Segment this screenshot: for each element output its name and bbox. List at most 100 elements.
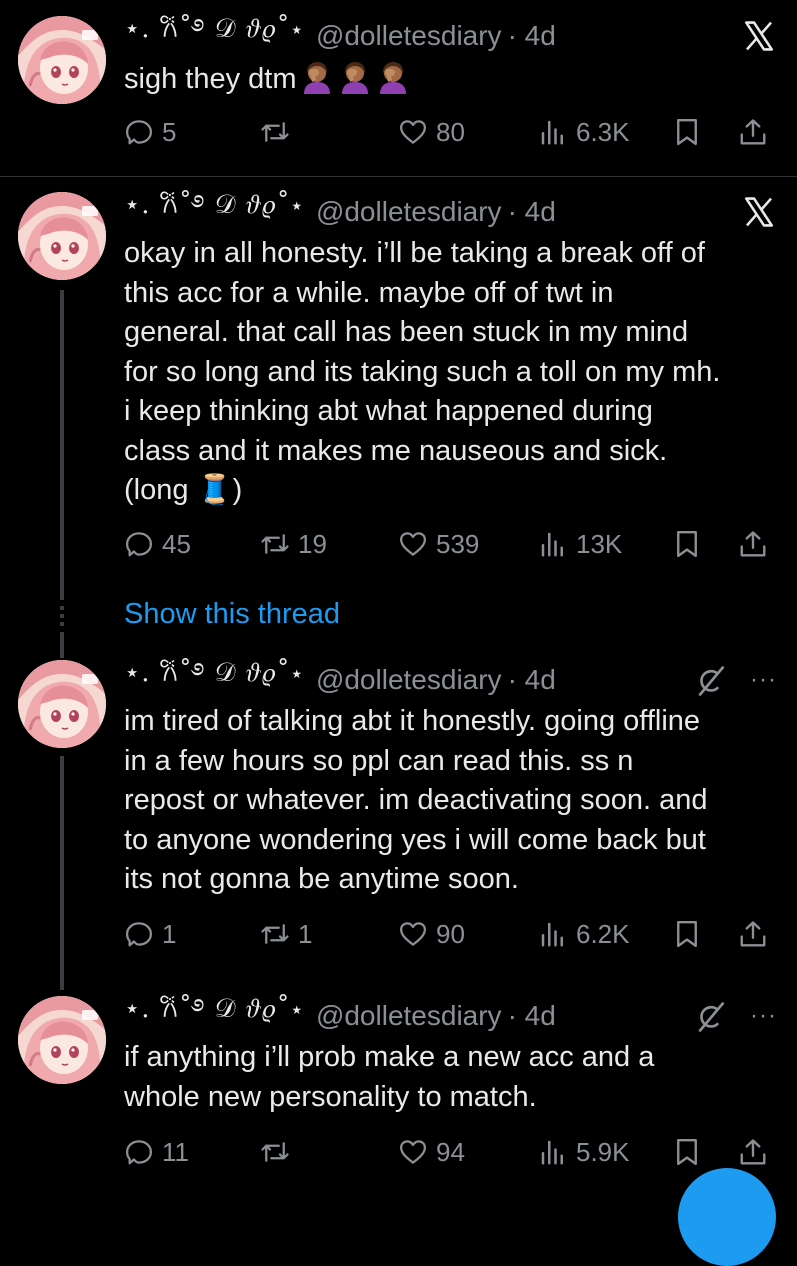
- avatar[interactable]: [18, 660, 106, 748]
- views-button[interactable]: 5.9K: [538, 1132, 630, 1172]
- divider: [0, 176, 797, 177]
- heart-icon: [398, 919, 428, 949]
- handle[interactable]: @dolletesdiary: [316, 664, 502, 696]
- timestamp[interactable]: · 4d: [508, 196, 556, 228]
- like-button[interactable]: 80: [398, 112, 465, 152]
- thread-line: [60, 632, 64, 658]
- compose-button[interactable]: [678, 1168, 776, 1266]
- view-count: 6.3K: [576, 116, 630, 147]
- views-button[interactable]: 6.2K: [538, 914, 630, 954]
- handle[interactable]: @dolletesdiary: [316, 20, 502, 52]
- like-count: 94: [436, 1136, 465, 1167]
- share-button[interactable]: [738, 914, 776, 954]
- share-button[interactable]: [738, 112, 776, 152]
- tweet-header: ⋆. 𐙚˚࿔ 𝒟 𝜗𝜚˚⋆ @dolletesdiary · 4d: [124, 658, 556, 700]
- tweet-header: ⋆. 𐙚˚࿔ 𝒟 𝜗𝜚˚⋆ @dolletesdiary · 4d: [124, 190, 556, 232]
- like-count: 80: [436, 116, 465, 147]
- facepalm-emoji-icon: [338, 60, 372, 94]
- thread-line-dot: [60, 606, 64, 610]
- share-icon: [738, 529, 768, 559]
- bookmark-button[interactable]: [672, 112, 710, 152]
- views-button[interactable]: 6.3K: [538, 112, 630, 152]
- tweet-header: ⋆. 𐙚˚࿔ 𝒟 𝜗𝜚˚⋆ @dolletesdiary · 4d: [124, 994, 556, 1036]
- avatar[interactable]: [18, 996, 106, 1084]
- share-icon: [738, 1137, 768, 1167]
- views-icon: [538, 529, 568, 559]
- avatar[interactable]: [18, 192, 106, 280]
- reply-count: 1: [162, 918, 177, 949]
- like-button[interactable]: 90: [398, 914, 465, 954]
- reply-button[interactable]: 5: [124, 112, 176, 152]
- retweet-button[interactable]: 1: [260, 914, 312, 954]
- tweet-text: sigh they dtm: [124, 60, 774, 100]
- avatar[interactable]: [18, 16, 106, 104]
- show-thread-link[interactable]: Show this thread: [124, 598, 340, 631]
- bookmark-icon: [672, 919, 702, 949]
- timestamp[interactable]: · 4d: [508, 20, 556, 52]
- retweet-button[interactable]: [260, 112, 298, 152]
- bookmark-button[interactable]: [672, 1132, 710, 1172]
- x-logo-icon: [741, 194, 777, 230]
- like-button[interactable]: 94: [398, 1132, 465, 1172]
- bookmark-button[interactable]: [672, 524, 710, 564]
- retweet-button[interactable]: 19: [260, 524, 327, 564]
- bookmark-button[interactable]: [672, 914, 710, 954]
- facepalm-emoji-icon: [300, 60, 334, 94]
- reply-button[interactable]: 1: [124, 914, 176, 954]
- retweet-button[interactable]: [260, 1132, 298, 1172]
- views-icon: [538, 117, 568, 147]
- share-button[interactable]: [738, 1132, 776, 1172]
- facepalm-emoji-icon: [376, 60, 410, 94]
- reply-icon: [124, 117, 154, 147]
- x-logo-icon: [741, 18, 777, 54]
- share-icon: [738, 919, 768, 949]
- more-options-button[interactable]: ···: [750, 1002, 777, 1030]
- retweet-icon: [260, 1137, 290, 1167]
- handle[interactable]: @dolletesdiary: [316, 1000, 502, 1032]
- heart-icon: [398, 1137, 428, 1167]
- thread-line: [60, 290, 64, 600]
- reply-button[interactable]: 45: [124, 524, 191, 564]
- reply-icon: [124, 529, 154, 559]
- view-count: 13K: [576, 528, 623, 559]
- views-icon: [538, 1137, 568, 1167]
- action-bar: 45 19 539 13K: [124, 524, 774, 564]
- views-button[interactable]: 13K: [538, 524, 622, 564]
- reply-icon: [124, 919, 154, 949]
- tweet-text: im tired of talking abt it honestly. goi…: [124, 705, 708, 895]
- action-bar: 5 80 6.3K: [124, 112, 774, 152]
- retweet-icon: [260, 117, 290, 147]
- grok-icon[interactable]: [693, 1000, 727, 1034]
- reply-count: 11: [162, 1136, 189, 1167]
- thread-line-dot: [60, 614, 64, 618]
- tweet-header: ⋆. 𐙚˚࿔ 𝒟 𝜗𝜚˚⋆ @dolletesdiary · 4d: [124, 14, 556, 56]
- reply-count: 45: [162, 528, 191, 559]
- like-count: 539: [436, 528, 480, 559]
- bookmark-icon: [672, 529, 702, 559]
- action-bar: 1 1 90 6.2K: [124, 914, 774, 954]
- like-button[interactable]: 539: [398, 524, 479, 564]
- reply-count: 5: [162, 116, 177, 147]
- share-button[interactable]: [738, 524, 776, 564]
- view-count: 5.9K: [576, 1136, 630, 1167]
- reply-button[interactable]: 11: [124, 1132, 189, 1172]
- reply-icon: [124, 1137, 154, 1167]
- retweet-icon: [260, 919, 290, 949]
- tweet-text-content: sigh they dtm: [124, 63, 297, 95]
- more-options-button[interactable]: ···: [750, 666, 777, 694]
- handle[interactable]: @dolletesdiary: [316, 196, 502, 228]
- view-count: 6.2K: [576, 918, 630, 949]
- tweet-text: if anything i’ll prob make a new acc and…: [124, 1041, 655, 1113]
- share-icon: [738, 117, 768, 147]
- grok-icon[interactable]: [693, 664, 727, 698]
- heart-icon: [398, 117, 428, 147]
- retweet-count: 19: [298, 528, 327, 559]
- bookmark-icon: [672, 117, 702, 147]
- thread-line-dot: [60, 622, 64, 626]
- timestamp[interactable]: · 4d: [508, 664, 556, 696]
- timestamp[interactable]: · 4d: [508, 1000, 556, 1032]
- thread-line: [60, 756, 64, 990]
- retweet-count: 1: [298, 918, 313, 949]
- action-bar: 11 94 5.9K: [124, 1132, 774, 1172]
- heart-icon: [398, 529, 428, 559]
